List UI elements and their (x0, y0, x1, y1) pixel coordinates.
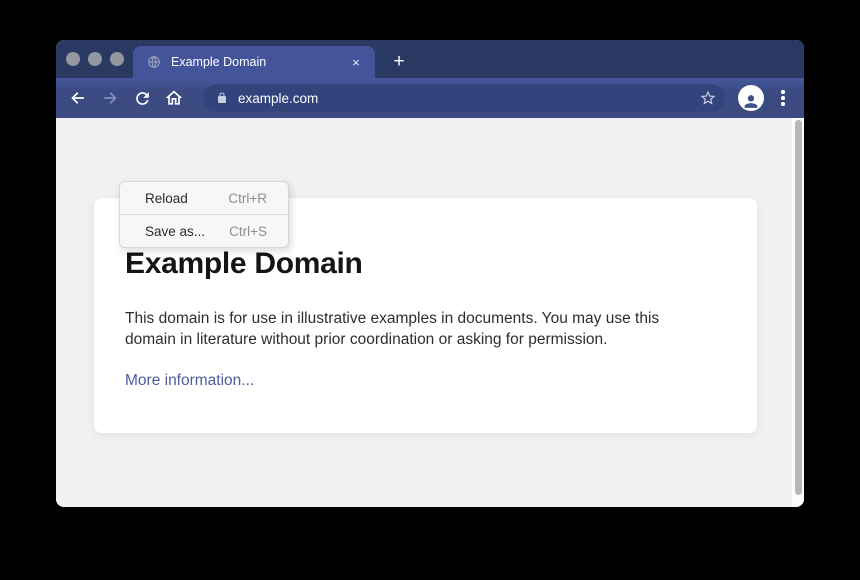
tab-favicon-globe-icon (147, 55, 161, 69)
titlebar: Example Domain × + (56, 40, 804, 78)
menu-item-shortcut: Ctrl+S (229, 224, 267, 239)
forward-arrow-icon (100, 88, 120, 108)
back-arrow-icon (68, 88, 88, 108)
kebab-dot-icon (781, 90, 785, 94)
paragraph-line: This domain is for use in illustrative e… (125, 308, 717, 329)
window-minimize-button[interactable] (88, 52, 102, 66)
forward-button[interactable] (94, 82, 126, 114)
context-menu: Reload Ctrl+R Save as... Ctrl+S (119, 181, 289, 248)
context-menu-item-reload[interactable]: Reload Ctrl+R (120, 182, 288, 214)
tab-close-icon[interactable]: × (347, 53, 365, 71)
menu-item-label: Save as... (145, 224, 205, 239)
page-paragraph: This domain is for use in illustrative e… (125, 308, 717, 350)
url-text[interactable]: example.com (238, 91, 699, 106)
window-zoom-button[interactable] (110, 52, 124, 66)
more-information-link[interactable]: More information... (125, 372, 254, 389)
page-viewport: Example Domain This domain is for use in… (56, 118, 804, 507)
home-icon (164, 88, 184, 108)
context-menu-item-save-as[interactable]: Save as... Ctrl+S (120, 215, 288, 247)
kebab-dot-icon (781, 96, 785, 100)
window-close-button[interactable] (66, 52, 80, 66)
menu-item-label: Reload (145, 191, 188, 206)
scrollbar-thumb[interactable] (795, 120, 802, 495)
lock-icon (216, 91, 228, 105)
kebab-dot-icon (781, 102, 785, 106)
profile-avatar-button[interactable] (738, 85, 764, 111)
tab-title: Example Domain (171, 55, 347, 69)
reload-button[interactable] (126, 82, 158, 114)
window-controls (66, 52, 124, 66)
new-tab-button[interactable]: + (388, 50, 410, 74)
person-icon (741, 92, 761, 111)
address-bar[interactable]: example.com (203, 84, 725, 112)
menu-item-shortcut: Ctrl+R (228, 191, 267, 206)
back-button[interactable] (62, 82, 94, 114)
browser-window: Example Domain × + (56, 40, 804, 507)
scrollbar-track[interactable] (792, 118, 804, 507)
paragraph-line: domain in literature without prior coord… (125, 329, 717, 350)
tab-example-domain[interactable]: Example Domain × (133, 46, 375, 78)
page-title: Example Domain (125, 247, 717, 281)
browser-menu-button[interactable] (774, 86, 792, 110)
home-button[interactable] (158, 82, 190, 114)
toolbar: example.com (56, 78, 804, 118)
bookmark-star-icon[interactable] (699, 89, 717, 107)
reload-icon (133, 89, 152, 108)
